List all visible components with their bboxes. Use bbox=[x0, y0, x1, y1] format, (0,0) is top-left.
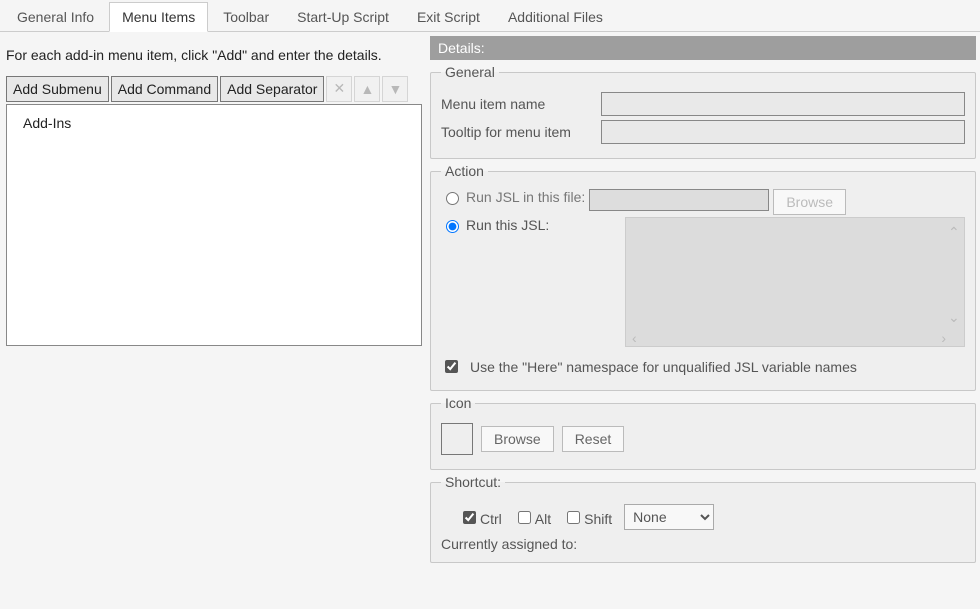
assigned-to-label: Currently assigned to: bbox=[441, 536, 965, 552]
shortcut-legend: Shortcut: bbox=[441, 474, 505, 490]
add-submenu-button[interactable]: Add Submenu bbox=[6, 76, 109, 102]
action-group: Action Run JSL in this file: Browse Run … bbox=[430, 163, 976, 391]
tab-general-info[interactable]: General Info bbox=[4, 2, 107, 31]
here-namespace-label: Use the "Here" namespace for unqualified… bbox=[470, 359, 857, 375]
shift-checkbox[interactable] bbox=[567, 511, 580, 524]
menu-tree[interactable]: Add-Ins bbox=[6, 104, 422, 346]
tab-menu-items[interactable]: Menu Items bbox=[109, 2, 208, 32]
browse-jsl-button[interactable]: Browse bbox=[773, 189, 846, 215]
icon-preview bbox=[441, 423, 473, 455]
alt-option[interactable]: Alt bbox=[514, 508, 551, 527]
tooltip-input[interactable] bbox=[601, 120, 965, 144]
scrollbar-horizontal-icon[interactable]: ‹› bbox=[632, 330, 946, 344]
jsl-editor[interactable]: ⌃⌄ ‹› bbox=[625, 217, 965, 347]
tab-startup-script[interactable]: Start-Up Script bbox=[284, 2, 402, 31]
icon-group: Icon Browse Reset bbox=[430, 395, 976, 470]
shift-option[interactable]: Shift bbox=[563, 508, 612, 527]
tab-exit-script[interactable]: Exit Script bbox=[404, 2, 493, 31]
tree-root-item[interactable]: Add-Ins bbox=[19, 113, 409, 133]
shortcut-group: Shortcut: Ctrl Alt Shift None Currently … bbox=[430, 474, 976, 563]
tab-additional-files[interactable]: Additional Files bbox=[495, 2, 616, 31]
tab-toolbar[interactable]: Toolbar bbox=[210, 2, 282, 31]
instructions-text: For each add-in menu item, click "Add" a… bbox=[6, 46, 422, 66]
ctrl-label: Ctrl bbox=[480, 511, 502, 527]
reset-icon-button[interactable]: Reset bbox=[562, 426, 625, 452]
details-header: Details: bbox=[430, 36, 976, 60]
ctrl-option[interactable]: Ctrl bbox=[459, 508, 502, 527]
run-file-radio[interactable] bbox=[446, 192, 459, 205]
add-command-button[interactable]: Add Command bbox=[111, 76, 218, 102]
shift-label: Shift bbox=[584, 511, 612, 527]
ctrl-checkbox[interactable] bbox=[463, 511, 476, 524]
menu-item-name-label: Menu item name bbox=[441, 96, 593, 112]
general-legend: General bbox=[441, 64, 499, 80]
here-namespace-checkbox[interactable] bbox=[445, 360, 458, 373]
run-file-label: Run JSL in this file: bbox=[466, 189, 585, 205]
icon-legend: Icon bbox=[441, 395, 475, 411]
move-up-icon[interactable]: ▲ bbox=[354, 76, 380, 102]
run-jsl-radio[interactable] bbox=[446, 220, 459, 233]
general-group: General Menu item name Tooltip for menu … bbox=[430, 64, 976, 159]
shortcut-key-select[interactable]: None bbox=[624, 504, 714, 530]
run-jsl-label: Run this JSL: bbox=[466, 217, 549, 233]
alt-label: Alt bbox=[535, 511, 551, 527]
menu-item-name-input[interactable] bbox=[601, 92, 965, 116]
jsl-file-input bbox=[589, 189, 769, 211]
browse-icon-button[interactable]: Browse bbox=[481, 426, 554, 452]
move-down-icon[interactable]: ▼ bbox=[382, 76, 408, 102]
tooltip-label: Tooltip for menu item bbox=[441, 124, 593, 140]
scrollbar-vertical-icon[interactable]: ⌃⌄ bbox=[948, 224, 962, 326]
add-separator-button[interactable]: Add Separator bbox=[220, 76, 324, 102]
action-legend: Action bbox=[441, 163, 488, 179]
alt-checkbox[interactable] bbox=[518, 511, 531, 524]
tab-bar: General Info Menu Items Toolbar Start-Up… bbox=[0, 0, 980, 32]
delete-icon[interactable]: ✕ bbox=[326, 76, 352, 102]
